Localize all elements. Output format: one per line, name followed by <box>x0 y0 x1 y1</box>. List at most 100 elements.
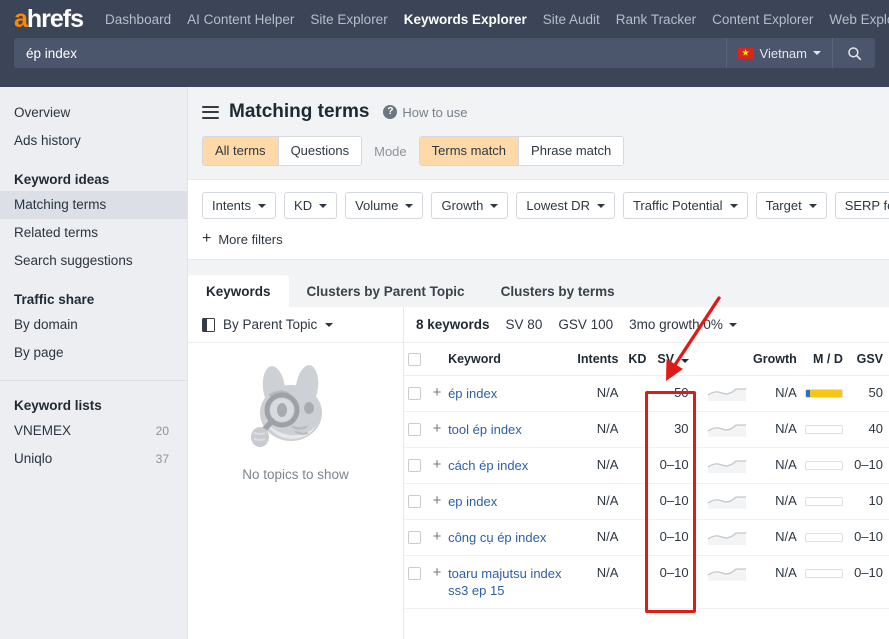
column-header-keyword[interactable]: Keyword <box>448 343 565 377</box>
filter-volume[interactable]: Volume <box>345 192 424 219</box>
row-checkbox[interactable] <box>408 423 421 437</box>
main-header: Matching terms ? How to use <box>188 87 889 123</box>
search-input[interactable] <box>14 38 726 68</box>
sidebar-item-uniqlo[interactable]: Uniqlo 37 <box>0 445 187 473</box>
column-header-growth[interactable]: Growth <box>746 343 797 377</box>
sidebar-item-ads-history[interactable]: Ads history <box>0 127 187 155</box>
tab-keywords[interactable]: Keywords <box>188 275 289 307</box>
add-keyword-icon[interactable]: + <box>433 421 442 436</box>
table-row[interactable]: + ep index N/A 0–10 N/A 10 <box>404 483 889 521</box>
add-keyword-icon[interactable]: + <box>433 457 442 472</box>
filter-kd[interactable]: KD <box>284 192 338 219</box>
search-icon <box>847 46 861 60</box>
sidebar-item-by-page[interactable]: By page <box>0 339 187 367</box>
filter-lowest-dr[interactable]: Lowest DR <box>516 192 615 219</box>
cell-intents: N/A <box>564 375 619 413</box>
tab-all-terms[interactable]: All terms <box>203 137 279 165</box>
row-checkbox[interactable] <box>408 459 421 473</box>
nav-link-dashboard[interactable]: Dashboard <box>105 12 171 27</box>
nav-link-web-explorer[interactable]: Web Explorer <box>829 12 889 27</box>
sidebar-item-matching-terms[interactable]: Matching terms <box>0 191 187 219</box>
chevron-down-icon <box>596 203 605 208</box>
empty-state-text: No topics to show <box>242 467 349 482</box>
filter-label: Traffic Potential <box>632 198 723 213</box>
keyword-link[interactable]: cách ép index <box>448 457 528 474</box>
cell-sv: 0–10 <box>646 519 693 557</box>
nav-link-rank-tracker[interactable]: Rank Tracker <box>616 12 696 27</box>
tab-clusters-by-terms[interactable]: Clusters by terms <box>483 275 633 307</box>
ahrefs-logo[interactable]: a hrefs <box>14 4 84 33</box>
logo-accent-letter: a <box>14 4 28 33</box>
table-row[interactable]: + toaru majutsu index ss3 ep 15 N/A 0–10… <box>404 555 889 610</box>
sidebar-item-overview[interactable]: Overview <box>0 99 187 127</box>
nav-link-site-explorer[interactable]: Site Explorer <box>310 12 387 27</box>
cell-growth: N/A <box>746 411 797 449</box>
nav-link-content-explorer[interactable]: Content Explorer <box>712 12 813 27</box>
column-header-sparkline <box>692 343 747 377</box>
table-row[interactable]: + tool ép index N/A 30 N/A 40 <box>404 411 889 449</box>
sidebar-item-search-suggestions[interactable]: Search suggestions <box>0 247 187 275</box>
cell-kd <box>618 483 647 521</box>
column-header-intents[interactable]: Intents <box>564 343 619 377</box>
filter-intents[interactable]: Intents <box>202 192 277 219</box>
sparkline-icon <box>707 496 746 509</box>
grouping-label: By Parent Topic <box>223 317 318 332</box>
add-keyword-icon[interactable]: + <box>433 529 442 544</box>
sidebar-item-related-terms[interactable]: Related terms <box>0 219 187 247</box>
add-keyword-icon[interactable]: + <box>433 385 442 400</box>
keyword-count: 8 keywords <box>416 317 490 332</box>
column-header-sv[interactable]: SV <box>646 343 693 377</box>
mode-label: Mode <box>374 143 407 159</box>
add-keyword-icon[interactable]: + <box>433 565 442 580</box>
empty-state: No topics to show <box>188 343 403 482</box>
nav-link-keywords-explorer[interactable]: Keywords Explorer <box>404 12 527 27</box>
tab-clusters-by-parent-topic[interactable]: Clusters by Parent Topic <box>289 275 483 307</box>
nav-link-site-audit[interactable]: Site Audit <box>543 12 600 27</box>
row-checkbox[interactable] <box>408 531 421 545</box>
chevron-down-icon <box>729 203 738 208</box>
filter-serp-features[interactable]: SERP fea <box>834 192 889 219</box>
keyword-link[interactable]: ep index <box>448 493 497 510</box>
search-button[interactable] <box>832 38 875 68</box>
cell-gsv: 0–10 <box>848 447 889 485</box>
keyword-link[interactable]: toaru majutsu index ss3 ep 15 <box>448 565 564 599</box>
keyword-link[interactable]: công cụ ép index <box>448 529 546 546</box>
cell-gsv: 10 <box>848 483 889 521</box>
tab-phrase-match[interactable]: Phrase match <box>519 137 624 165</box>
cell-sparkline <box>692 375 747 413</box>
tab-terms-match[interactable]: Terms match <box>419 137 520 165</box>
add-keyword-icon[interactable]: + <box>433 493 442 508</box>
hamburger-menu-icon[interactable] <box>202 105 219 119</box>
sidebar: Overview Ads history Keyword ideas Match… <box>0 87 188 639</box>
table-row[interactable]: + ép index N/A 50 N/A 50 <box>404 375 889 413</box>
table-row[interactable]: + cách ép index N/A 0–10 N/A 0–10 <box>404 447 889 485</box>
more-filters-button[interactable]: + More filters <box>202 231 889 247</box>
md-bar <box>804 533 843 543</box>
tab-questions[interactable]: Questions <box>278 137 362 165</box>
sidebar-item-vnemex[interactable]: VNEMEX 20 <box>0 417 187 445</box>
keyword-link[interactable]: tool ép index <box>448 421 522 438</box>
growth-dropdown[interactable]: 3mo growth 0% <box>629 317 737 332</box>
column-header-md[interactable]: M / D <box>796 343 849 377</box>
select-all-checkbox[interactable] <box>408 353 421 367</box>
how-to-use-link[interactable]: ? How to use <box>383 105 467 120</box>
nav-link-ai-content-helper[interactable]: AI Content Helper <box>187 12 294 27</box>
sidebar-item-by-domain[interactable]: By domain <box>0 311 187 339</box>
cell-growth: N/A <box>746 447 797 485</box>
filter-target[interactable]: Target <box>755 192 827 219</box>
row-checkbox[interactable] <box>408 567 421 581</box>
select-all-header[interactable] <box>404 343 427 377</box>
row-checkbox[interactable] <box>408 495 421 509</box>
results-panel: By Parent Topic No topics to show 8 keyw… <box>188 307 889 639</box>
filter-traffic-potential[interactable]: Traffic Potential <box>622 192 748 219</box>
row-checkbox[interactable] <box>408 387 421 401</box>
column-header-kd[interactable]: KD <box>618 343 647 377</box>
column-header-gsv[interactable]: GSV <box>848 343 889 377</box>
filter-growth[interactable]: Growth <box>431 192 509 219</box>
table-row[interactable]: + công cụ ép index N/A 0–10 N/A 0–10 <box>404 519 889 557</box>
country-selector[interactable]: Vietnam <box>725 38 832 68</box>
cell-sparkline <box>692 411 747 449</box>
grouping-dropdown[interactable]: By Parent Topic <box>188 307 403 343</box>
keyword-link[interactable]: ép index <box>448 385 497 402</box>
cell-intents: N/A <box>564 447 619 485</box>
